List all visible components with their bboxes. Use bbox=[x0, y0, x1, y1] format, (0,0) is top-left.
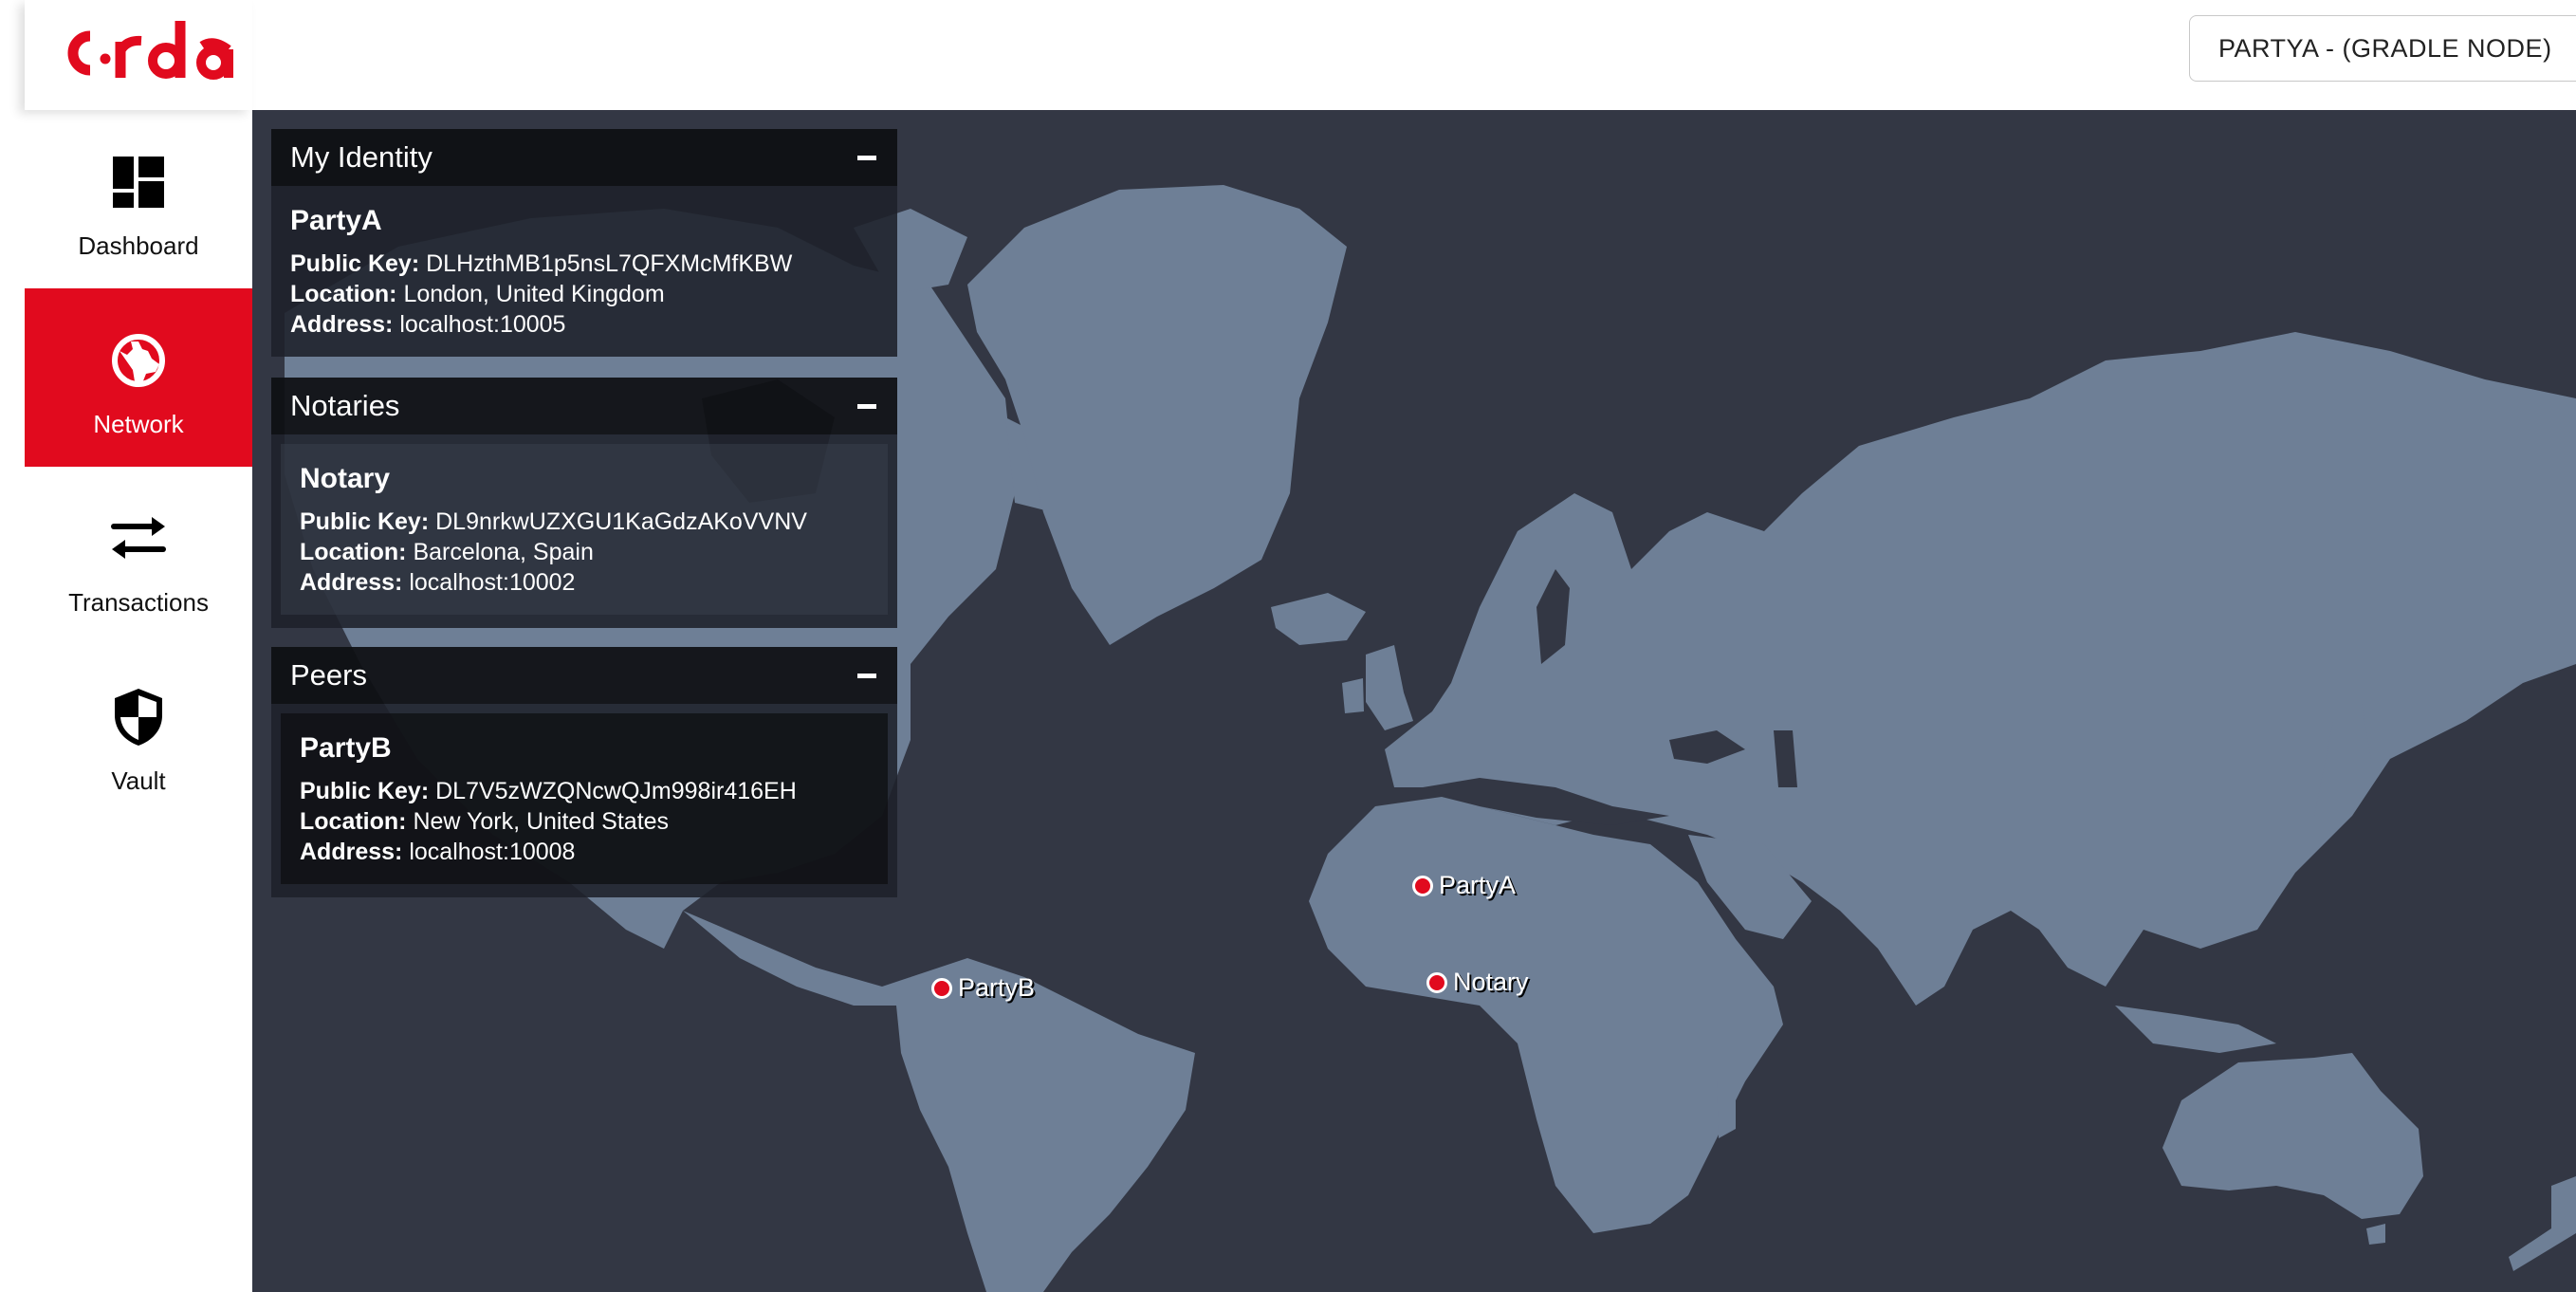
panel-body: Notary Public Key: DL9nrkwUZXGU1KaGdzAKo… bbox=[271, 434, 897, 628]
map-marker-partyb[interactable]: PartyB bbox=[931, 973, 1035, 1003]
shield-icon bbox=[110, 689, 167, 746]
location-value: Barcelona, Spain bbox=[413, 539, 594, 565]
land-indonesia bbox=[2115, 1006, 2276, 1053]
node-name: PartyA bbox=[290, 205, 382, 236]
my-identity-panel: My Identity PartyA Public Key: DLHzthMB1… bbox=[271, 129, 897, 357]
marker-label: PartyA bbox=[1439, 871, 1517, 899]
location-row: Location: London, United Kingdom bbox=[290, 279, 878, 309]
node-name: PartyB bbox=[300, 732, 392, 764]
panel-header[interactable]: My Identity bbox=[271, 129, 897, 186]
field-label: Address: bbox=[300, 569, 403, 596]
field-label: Location: bbox=[290, 281, 397, 307]
field-label: Location: bbox=[300, 808, 407, 835]
sidebar-item-label: Transactions bbox=[68, 588, 209, 617]
public-key-value: DL9nrkwUZXGU1KaGdzAKoVVNV bbox=[435, 508, 807, 535]
marker-dot bbox=[1426, 971, 1447, 993]
marker-label: PartyB bbox=[958, 973, 1036, 1002]
globe-icon bbox=[110, 332, 167, 389]
land-iceland bbox=[1271, 593, 1366, 645]
sidebar-item-transactions[interactable]: Transactions bbox=[25, 467, 252, 645]
address-value: localhost:10005 bbox=[399, 311, 566, 338]
dashboard-icon bbox=[110, 154, 167, 211]
address-row: Address: localhost:10005 bbox=[290, 309, 878, 340]
collapse-icon[interactable] bbox=[857, 673, 876, 678]
panel-title: Notaries bbox=[290, 389, 400, 422]
sidebar-item-dashboard[interactable]: Dashboard bbox=[25, 110, 252, 288]
collapse-icon[interactable] bbox=[857, 155, 876, 160]
address-value: localhost:10008 bbox=[409, 839, 576, 865]
location-value: New York, United States bbox=[413, 808, 670, 835]
public-key-row: Public Key: DL7V5zWZQNcwQJm998ir416EH bbox=[300, 776, 869, 806]
sidebar-item-label: Vault bbox=[111, 766, 166, 795]
identity-card: PartyA Public Key: DLHzthMB1p5nsL7QFXMcM… bbox=[271, 186, 897, 357]
address-row: Address: localhost:10002 bbox=[300, 567, 869, 598]
panel-title: Peers bbox=[290, 658, 367, 692]
node-selector-button[interactable]: PARTYA - (GRADLE NODE) bbox=[2189, 15, 2576, 82]
land-central-america bbox=[683, 911, 911, 1006]
sidebar-item-label: Dashboard bbox=[78, 231, 199, 260]
sidebar: Dashboard Network Transactions Vault bbox=[0, 110, 252, 1292]
field-label: Address: bbox=[290, 311, 394, 338]
land-british-isles bbox=[1366, 645, 1413, 730]
sidebar-item-vault[interactable]: Vault bbox=[25, 645, 252, 823]
land-madagascar bbox=[1717, 1072, 1736, 1138]
map-marker-partya[interactable]: PartyA bbox=[1412, 871, 1516, 900]
transfer-arrows-icon bbox=[110, 510, 167, 567]
node-name: Notary bbox=[300, 463, 391, 494]
public-key-value: DLHzthMB1p5nsL7QFXMcMfKBW bbox=[426, 250, 793, 277]
marker-dot bbox=[1412, 875, 1433, 896]
public-key-value: DL7V5zWZQNcwQJm998ir416EH bbox=[435, 778, 797, 804]
field-label: Public Key: bbox=[300, 778, 430, 804]
land-new-zealand bbox=[2509, 1176, 2576, 1271]
marker-dot bbox=[931, 977, 952, 999]
logo-container bbox=[25, 0, 252, 110]
sidebar-item-network[interactable]: Network bbox=[25, 288, 252, 467]
panel-header[interactable]: Notaries bbox=[271, 378, 897, 434]
location-row: Location: Barcelona, Spain bbox=[300, 537, 869, 567]
peers-panel: Peers PartyB Public Key: DL7V5zWZQNcwQJm… bbox=[271, 647, 897, 897]
location-row: Location: New York, United States bbox=[300, 806, 869, 837]
address-row: Address: localhost:10008 bbox=[300, 837, 869, 867]
location-value: London, United Kingdom bbox=[403, 281, 665, 307]
field-label: Public Key: bbox=[300, 508, 430, 535]
map-marker-notary[interactable]: Notary bbox=[1426, 968, 1529, 997]
notaries-panel: Notaries Notary Public Key: DL9nrkwUZXGU… bbox=[271, 378, 897, 628]
peer-card[interactable]: PartyB Public Key: DL7V5zWZQNcwQJm998ir4… bbox=[281, 713, 888, 884]
field-label: Public Key: bbox=[290, 250, 420, 277]
top-header: PARTYA - (GRADLE NODE) bbox=[0, 0, 2576, 110]
land-south-america bbox=[896, 958, 1195, 1292]
address-value: localhost:10002 bbox=[409, 569, 576, 596]
notary-card[interactable]: Notary Public Key: DL9nrkwUZXGU1KaGdzAKo… bbox=[281, 444, 888, 615]
sidebar-item-label: Network bbox=[93, 410, 184, 438]
collapse-icon[interactable] bbox=[857, 403, 876, 409]
marker-label: Notary bbox=[1453, 968, 1529, 996]
panel-body: PartyA Public Key: DLHzthMB1p5nsL7QFXMcM… bbox=[271, 186, 897, 357]
panel-body: PartyB Public Key: DL7V5zWZQNcwQJm998ir4… bbox=[271, 704, 897, 897]
field-label: Location: bbox=[300, 539, 407, 565]
public-key-row: Public Key: DL9nrkwUZXGU1KaGdzAKoVVNV bbox=[300, 507, 869, 537]
field-label: Address: bbox=[300, 839, 403, 865]
land-australia bbox=[2162, 1053, 2423, 1219]
corda-logo[interactable] bbox=[62, 13, 251, 89]
panel-title: My Identity bbox=[290, 140, 432, 174]
land-greenland bbox=[967, 185, 1347, 645]
panel-header[interactable]: Peers bbox=[271, 647, 897, 704]
public-key-row: Public Key: DLHzthMB1p5nsL7QFXMcMfKBW bbox=[290, 249, 878, 279]
